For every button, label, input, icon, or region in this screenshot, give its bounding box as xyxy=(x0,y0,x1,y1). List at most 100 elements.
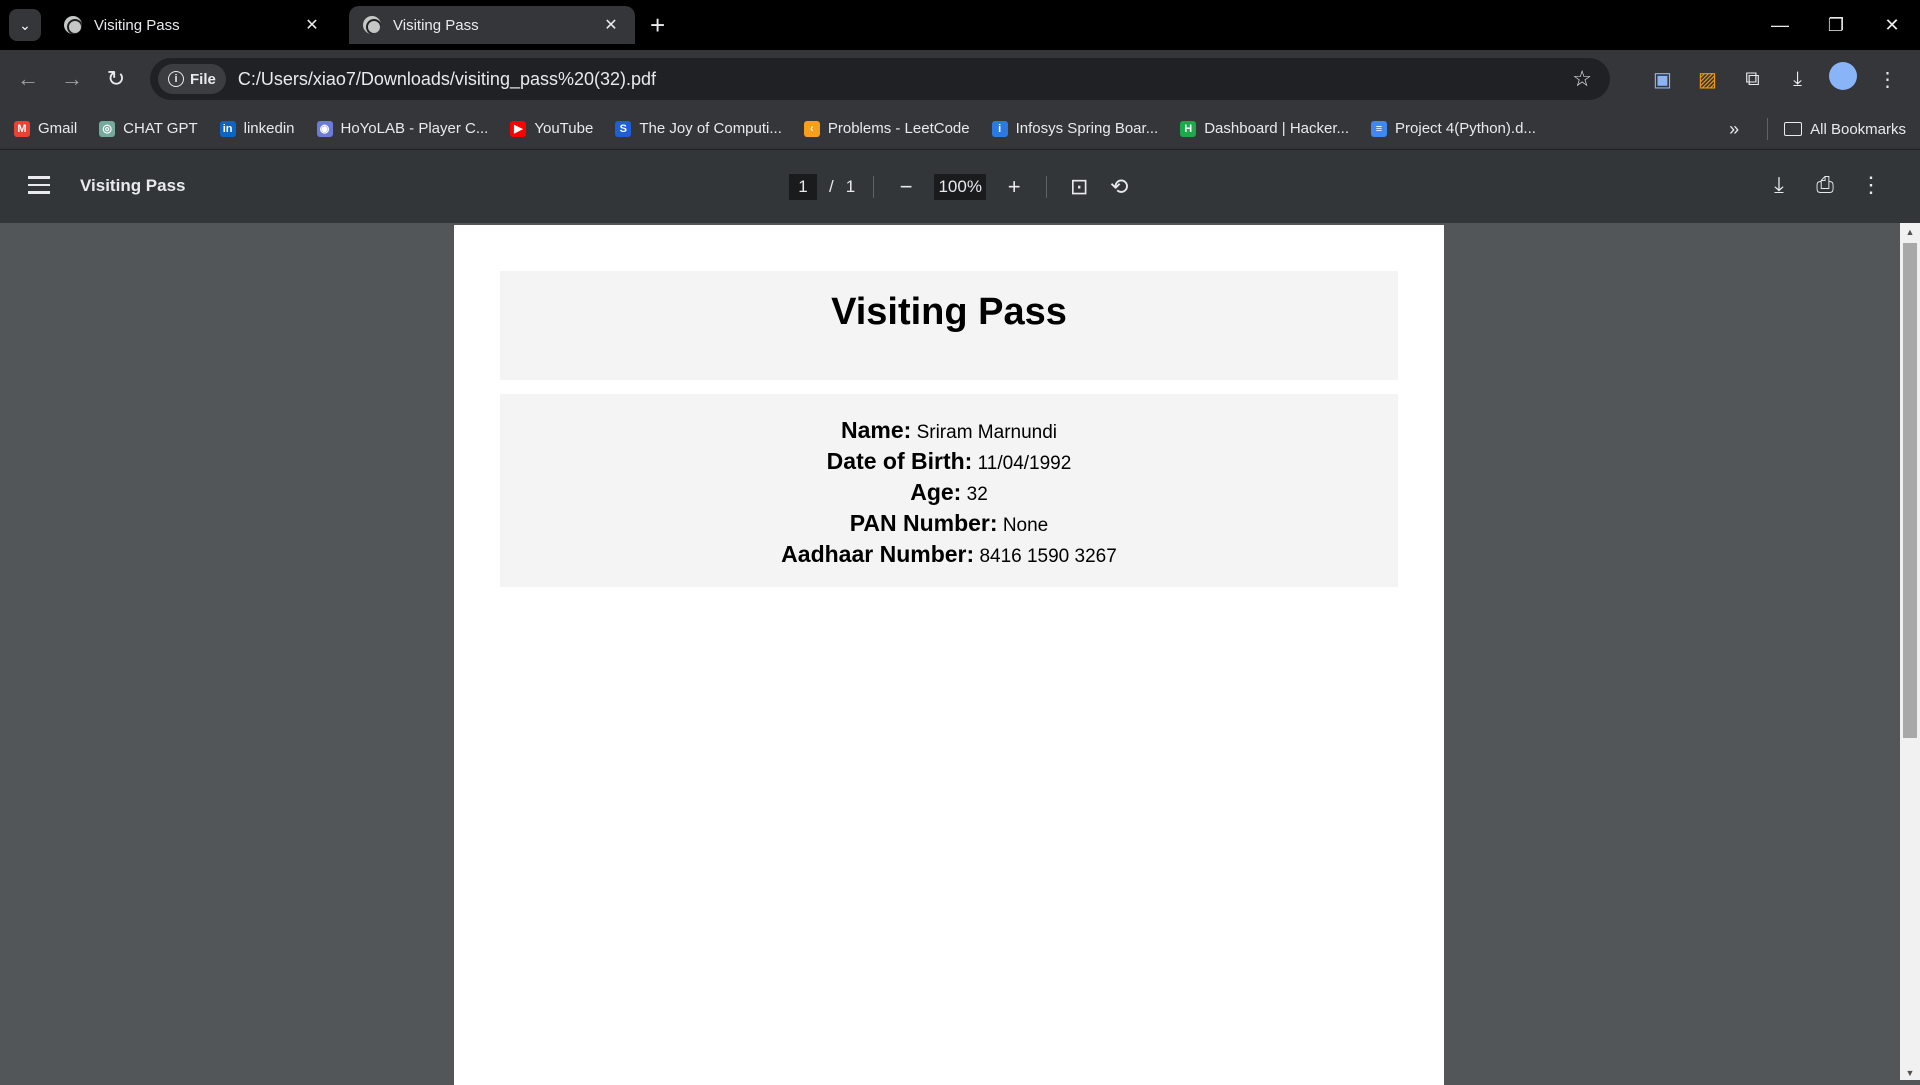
field-value: 8416 1590 3267 xyxy=(979,546,1117,567)
bookmark-item[interactable]: ◎ CHAT GPT xyxy=(99,120,198,137)
bookmark-item[interactable]: ◉ HoYoLAB - Player C... xyxy=(316,120,489,137)
gmail-icon: M xyxy=(14,120,30,137)
browser-chrome: ⌄ Visiting Pass ✕ Visiting Pass ✕ + — ❐ … xyxy=(0,0,1920,223)
scheme-label: File xyxy=(190,70,216,88)
field-label: Age: xyxy=(910,479,962,505)
download-pdf-icon[interactable]: ⤓ xyxy=(1756,172,1802,198)
close-icon[interactable]: ✕ xyxy=(601,15,621,35)
bookmark-item[interactable]: ‹ Problems - LeetCode xyxy=(803,120,970,137)
bookmark-label: Dashboard | Hacker... xyxy=(1204,120,1350,137)
folder-icon xyxy=(1784,122,1803,136)
field-row: PAN Number: None xyxy=(500,509,1398,540)
tab-2[interactable]: Visiting Pass ✕ xyxy=(349,6,635,44)
tab-1[interactable]: Visiting Pass ✕ xyxy=(50,6,336,44)
print-icon[interactable]: ⎙ xyxy=(1802,172,1848,198)
bookmark-label: Gmail xyxy=(38,120,78,137)
document-heading: Visiting Pass xyxy=(831,291,1067,333)
restore-icon[interactable]: ❐ xyxy=(1808,15,1864,36)
close-icon[interactable]: ✕ xyxy=(302,15,322,35)
all-bookmarks-button[interactable]: All Bookmarks xyxy=(1810,121,1906,138)
bookmark-label: Problems - LeetCode xyxy=(827,120,970,137)
bookmark-star-icon[interactable]: ☆ xyxy=(1572,66,1592,92)
bookmark-label: linkedin xyxy=(243,120,295,137)
minimize-icon[interactable]: — xyxy=(1752,15,1808,36)
scroll-down-icon[interactable]: ▼ xyxy=(1900,1068,1920,1078)
tab-strip: ⌄ Visiting Pass ✕ Visiting Pass ✕ + — ❐ … xyxy=(0,0,1920,50)
divider xyxy=(1046,176,1048,198)
page-separator: / xyxy=(829,177,834,196)
hamburger-menu-icon[interactable] xyxy=(28,176,50,199)
divider xyxy=(873,176,875,198)
zoom-out-icon[interactable]: − xyxy=(892,174,920,200)
bookmark-item[interactable]: M Gmail xyxy=(14,120,77,137)
more-options-icon[interactable]: ⋮ xyxy=(1848,172,1894,198)
url-text[interactable]: C:/Users/xiao7/Downloads/visiting_pass%2… xyxy=(238,69,1572,90)
pdf-actions: ⤓ ⎙ ⋮ xyxy=(1756,172,1894,198)
tab-search-button[interactable]: ⌄ xyxy=(9,9,41,41)
forward-icon[interactable]: → xyxy=(50,66,94,92)
bookmark-item[interactable]: S The Joy of Computi... xyxy=(615,120,782,137)
bookmark-item[interactable]: i Infosys Spring Boar... xyxy=(991,120,1158,137)
reload-icon[interactable]: ↻ xyxy=(94,66,138,92)
field-label: Aadhaar Number: xyxy=(781,541,975,567)
chevron-down-icon: ⌄ xyxy=(19,16,31,33)
extension-icon[interactable]: ▣ xyxy=(1640,67,1685,92)
total-pages: 1 xyxy=(845,177,856,196)
field-value: 11/04/1992 xyxy=(977,453,1072,474)
document-title: Visiting Pass xyxy=(80,176,186,195)
field-row: Age: 32 xyxy=(500,478,1398,509)
site-info-chip[interactable]: i File xyxy=(158,64,226,94)
browser-toolbar: ← → ↻ i File C:/Users/xiao7/Downloads/vis… xyxy=(0,50,1920,108)
toolbar-icons: ▣ ▨ ⧉ ⤓ ⋮ xyxy=(1640,50,1910,108)
bookmark-item[interactable]: ≡ Project 4(Python).d... xyxy=(1371,120,1536,137)
infosys-icon: i xyxy=(991,120,1008,137)
globe-icon xyxy=(64,16,82,34)
tab-title: Visiting Pass xyxy=(94,16,180,34)
pdf-toolbar: Visiting Pass 1 / 1 − 100% + ⊡ ⟲ ⤓ ⎙ ⋮ xyxy=(0,150,1920,223)
bookmarks-bar: M Gmail ◎ CHAT GPT in linkedin ◉ HoYoLAB - Play… xyxy=(0,108,1920,150)
chatgpt-icon: ◎ xyxy=(99,120,116,137)
tab-title: Visiting Pass xyxy=(393,16,479,34)
back-icon[interactable]: ← xyxy=(6,66,50,92)
leetcode-icon: ‹ xyxy=(803,120,820,137)
field-label: Name: xyxy=(840,417,912,443)
hackerrank-icon: H xyxy=(1180,120,1197,137)
field-label: Date of Birth: xyxy=(826,448,973,474)
rotate-icon[interactable]: ⟲ xyxy=(1105,174,1133,200)
fit-page-icon[interactable]: ⊡ xyxy=(1065,174,1093,200)
new-tab-button[interactable]: + xyxy=(650,10,665,41)
pdf-page: Visiting Pass Name: Sriram Marnundi Date… xyxy=(454,225,1444,1085)
bookmark-label: YouTube xyxy=(534,120,594,137)
zoom-input[interactable]: 100% xyxy=(934,174,987,200)
scrollbar-thumb[interactable] xyxy=(1903,243,1917,738)
document-header: Visiting Pass xyxy=(500,271,1398,380)
field-value: None xyxy=(1002,515,1049,536)
bookmark-label: HoYoLAB - Player C... xyxy=(340,120,489,137)
field-label: PAN Number: xyxy=(849,510,998,536)
field-value: Sriram Marnundi xyxy=(916,422,1058,443)
field-row: Date of Birth: 11/04/1992 xyxy=(500,447,1398,478)
extension-icon-2[interactable]: ▨ xyxy=(1685,67,1730,92)
bookmark-label: The Joy of Computi... xyxy=(639,120,782,137)
address-bar[interactable]: i File C:/Users/xiao7/Downloads/visiting_… xyxy=(150,58,1610,100)
page-controls: 1 / 1 − 100% + ⊡ ⟲ xyxy=(789,174,1133,200)
bookmark-item[interactable]: ▶ YouTube xyxy=(510,120,593,137)
bookmarks-right: » All Bookmarks xyxy=(1729,108,1906,150)
swayam-icon: S xyxy=(615,120,632,137)
page-number-input[interactable]: 1 xyxy=(789,174,817,200)
scroll-up-icon[interactable]: ▲ xyxy=(1900,227,1920,237)
details-box: Name: Sriram Marnundi Date of Birth: 11/… xyxy=(500,394,1398,587)
zoom-in-icon[interactable]: + xyxy=(1000,174,1028,200)
bookmark-item[interactable]: H Dashboard | Hacker... xyxy=(1180,120,1349,137)
bookmark-item[interactable]: in linkedin xyxy=(219,120,295,137)
profile-avatar[interactable] xyxy=(1820,62,1865,96)
vertical-scrollbar[interactable]: ▲ ▼ xyxy=(1900,223,1920,1080)
close-window-icon[interactable]: ✕ xyxy=(1864,15,1920,36)
field-value: 32 xyxy=(966,484,988,505)
kebab-menu-icon[interactable]: ⋮ xyxy=(1865,67,1910,92)
linkedin-icon: in xyxy=(219,120,236,137)
puzzle-icon[interactable]: ⧉ xyxy=(1730,68,1775,91)
more-bookmarks-icon[interactable]: » xyxy=(1729,119,1739,140)
info-icon: i xyxy=(168,71,184,87)
download-icon[interactable]: ⤓ xyxy=(1775,68,1820,91)
